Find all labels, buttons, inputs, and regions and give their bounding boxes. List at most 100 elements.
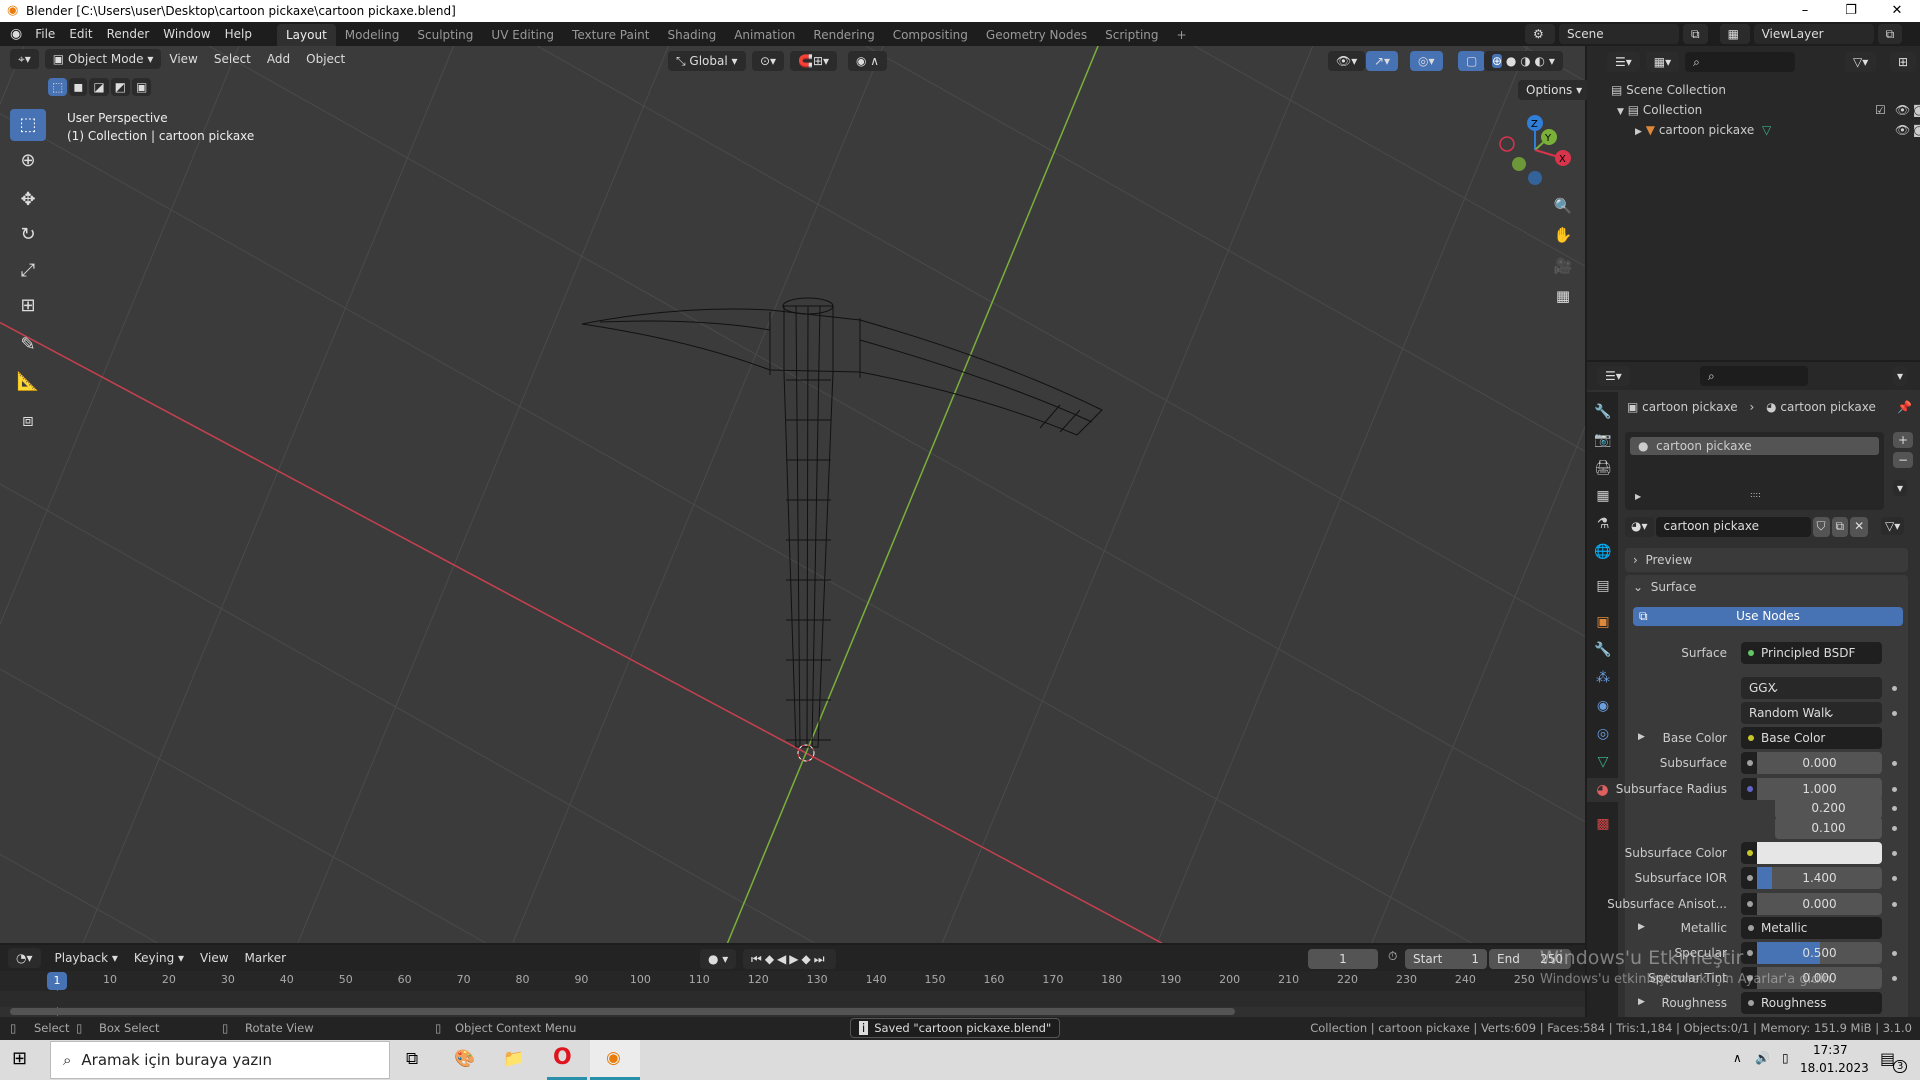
select-subtract-icon[interactable]: ◪ bbox=[89, 78, 109, 96]
linked-input-field[interactable]: Base Color bbox=[1741, 727, 1882, 749]
annotate-tool-icon[interactable]: ✎ bbox=[10, 329, 46, 361]
display-mode-icon[interactable]: ☰▾ bbox=[1607, 52, 1640, 72]
stopwatch-icon[interactable]: ⏱ bbox=[1388, 949, 1397, 964]
frame-ruler[interactable]: 10 20 30 40 50 60 70 80 90 100 110 120 130 140 150 160 1… bbox=[0, 971, 1585, 1016]
network-icon[interactable]: ▯ bbox=[1782, 1051, 1789, 1065]
select-new-icon[interactable]: ⬚ bbox=[48, 78, 68, 96]
viewport-menu-object[interactable]: Object bbox=[298, 52, 353, 66]
select-extend-icon[interactable]: ◼ bbox=[69, 78, 88, 96]
select-box-tool-icon[interactable]: ⬚ bbox=[10, 109, 46, 141]
orientation-dropdown[interactable]: ⤡ Global ▾ bbox=[668, 51, 746, 71]
viewport-menu-select[interactable]: Select bbox=[206, 52, 259, 66]
xray-toggle-icon[interactable]: ▢ bbox=[1458, 51, 1486, 71]
keyframe-dot-icon[interactable] bbox=[1892, 851, 1897, 856]
texture-tab-icon[interactable]: ▩ bbox=[1591, 812, 1615, 836]
use-nodes-button[interactable]: ⧉ Use Nodes bbox=[1633, 607, 1903, 626]
marker-menu[interactable]: Marker bbox=[237, 951, 294, 965]
menu-file[interactable]: File bbox=[28, 22, 62, 46]
play-icon[interactable]: ▶ bbox=[789, 952, 801, 966]
pin-icon[interactable]: 📌 bbox=[1897, 397, 1912, 417]
keyframe-dot-icon[interactable] bbox=[1892, 976, 1897, 981]
filter-icon[interactable]: ▽▾ bbox=[1845, 52, 1877, 72]
ortho-grid-icon[interactable]: ▦ bbox=[1550, 283, 1576, 309]
scene-tab-icon[interactable]: ⚗ bbox=[1591, 512, 1615, 536]
physics-tab-icon[interactable]: ◉ bbox=[1591, 694, 1615, 718]
workspace-tab-geometry-nodes[interactable]: Geometry Nodes bbox=[977, 24, 1096, 46]
browse-material-icon[interactable]: ◕▾ bbox=[1625, 517, 1654, 537]
duplicate-material-icon[interactable]: ⧉ bbox=[1831, 517, 1849, 537]
menu-window[interactable]: Window bbox=[156, 22, 217, 46]
linked-input-field[interactable]: Principled BSDF bbox=[1741, 642, 1882, 664]
link-data-dropdown[interactable]: ▽▾ bbox=[1881, 517, 1905, 535]
panel-surface[interactable]: ⌄ Surface bbox=[1625, 575, 1908, 599]
pivot-icon[interactable]: ⊙▾ bbox=[752, 51, 785, 71]
editor-type-icon[interactable]: ☰▾ bbox=[1597, 366, 1630, 386]
expand-arrow-icon[interactable]: ▶ bbox=[1635, 127, 1642, 137]
view-layer-icon[interactable]: ▦ bbox=[1719, 24, 1750, 44]
menu-edit[interactable]: Edit bbox=[62, 22, 99, 46]
proportional-edit-icon[interactable]: ◉ ∧ bbox=[848, 51, 888, 71]
close-button[interactable]: ✕ bbox=[1874, 0, 1920, 22]
world-tab-icon[interactable]: 🌐 bbox=[1591, 540, 1615, 564]
mesh-data-icon[interactable]: ▽ bbox=[1762, 120, 1771, 140]
report-message[interactable]: i Saved "cartoon pickaxe.blend" bbox=[850, 1018, 1061, 1038]
workspace-tab-rendering[interactable]: Rendering bbox=[804, 24, 883, 46]
taskbar-search-input[interactable]: ⌕ Aramak için buraya yazın bbox=[50, 1041, 390, 1079]
snap-icon[interactable]: 🧲⊞▾ bbox=[790, 51, 838, 71]
viewport-menu-add[interactable]: Add bbox=[259, 52, 298, 66]
slot-specials-icon[interactable]: ▾ bbox=[1893, 480, 1908, 496]
timeline-scrollbar[interactable] bbox=[10, 1008, 1235, 1015]
3d-viewport[interactable] bbox=[0, 46, 1585, 943]
workspace-tab-shading[interactable]: Shading bbox=[658, 24, 725, 46]
workspace-tab-animation[interactable]: Animation bbox=[725, 24, 804, 46]
maximize-button[interactable]: ❐ bbox=[1828, 0, 1874, 22]
solid-shading-icon[interactable]: ● bbox=[1506, 54, 1516, 68]
viewport-canvas[interactable] bbox=[0, 46, 1585, 943]
axis-gizmo[interactable]: Z Y X bbox=[1490, 110, 1580, 195]
expand-arrow-icon[interactable]: ▶ bbox=[1635, 492, 1641, 501]
data-tab-icon[interactable]: ▽ bbox=[1591, 750, 1615, 774]
keying-menu[interactable]: Keying ▾ bbox=[126, 951, 192, 965]
expand-socket-icon[interactable]: ▶ bbox=[1638, 922, 1645, 932]
expand-socket-icon[interactable]: ▶ bbox=[1638, 732, 1645, 742]
play-reverse-icon[interactable]: ◀ bbox=[777, 952, 789, 966]
workspace-tab-sculpting[interactable]: Sculpting bbox=[408, 24, 482, 46]
number-field[interactable]: 0.000 bbox=[1757, 893, 1882, 915]
file-explorer-icon[interactable]: 📁 bbox=[503, 1049, 524, 1069]
editor-type-icon[interactable]: ⌖▾ bbox=[10, 49, 39, 69]
render-camera-icon[interactable]: ◙ bbox=[1913, 120, 1920, 140]
wireframe-shading-icon[interactable]: ⊕ bbox=[1492, 54, 1503, 68]
linked-input-field[interactable]: Roughness bbox=[1741, 992, 1882, 1014]
remove-slot-button[interactable]: − bbox=[1893, 452, 1914, 468]
move-tool-icon[interactable]: ✥ bbox=[10, 184, 46, 216]
keyframe-dot-icon[interactable] bbox=[1892, 806, 1897, 811]
number-field[interactable]: 0.200 bbox=[1775, 797, 1882, 819]
material-slot-item[interactable]: ● cartoon pickaxe bbox=[1630, 437, 1879, 455]
keyframe-dot-icon[interactable] bbox=[1892, 951, 1897, 956]
keyframe-dot-icon[interactable] bbox=[1892, 826, 1897, 831]
shading-modes[interactable]: ⊕ ● ◑ ◐ ▾ bbox=[1484, 51, 1563, 71]
outliner-item-scene-collection[interactable]: ▤ Scene Collection bbox=[1611, 80, 1911, 100]
task-view-icon[interactable]: ⧉ bbox=[406, 1049, 418, 1069]
keyframe-dot-icon[interactable] bbox=[1892, 876, 1897, 881]
keyframe-dot-icon[interactable] bbox=[1892, 787, 1897, 792]
clock-time[interactable]: 17:37 bbox=[1813, 1043, 1848, 1057]
add-cube-tool-icon[interactable]: ⧈ bbox=[10, 405, 46, 437]
new-collection-icon[interactable]: ⊞ bbox=[1890, 52, 1917, 72]
material-shading-icon[interactable]: ◑ bbox=[1520, 54, 1530, 68]
output-tab-icon[interactable]: 🖨 bbox=[1591, 456, 1615, 480]
options-chevron-icon[interactable]: ▾ bbox=[1893, 366, 1908, 386]
playback-menu[interactable]: Playback ▾ bbox=[47, 951, 126, 965]
expand-socket-icon[interactable]: ▶ bbox=[1638, 997, 1645, 1007]
material-name-field[interactable]: cartoon pickaxe bbox=[1655, 517, 1811, 537]
start-frame-field[interactable]: Start 1 bbox=[1405, 949, 1487, 969]
jump-end-icon[interactable]: ⏭ bbox=[814, 952, 828, 966]
workspace-tab-texture-paint[interactable]: Texture Paint bbox=[563, 24, 658, 46]
camera-view-icon[interactable]: 🎥 bbox=[1550, 253, 1576, 279]
expand-arrow-icon[interactable]: ▼ bbox=[1617, 107, 1624, 117]
keyframe-dot-icon[interactable] bbox=[1892, 686, 1897, 691]
paint-app-icon[interactable]: 🎨 bbox=[454, 1049, 475, 1069]
jump-start-icon[interactable]: ⏮ bbox=[751, 952, 765, 966]
number-field[interactable]: 0.000 bbox=[1757, 752, 1882, 774]
visibility-icon[interactable]: 👁▾ bbox=[1328, 51, 1366, 71]
